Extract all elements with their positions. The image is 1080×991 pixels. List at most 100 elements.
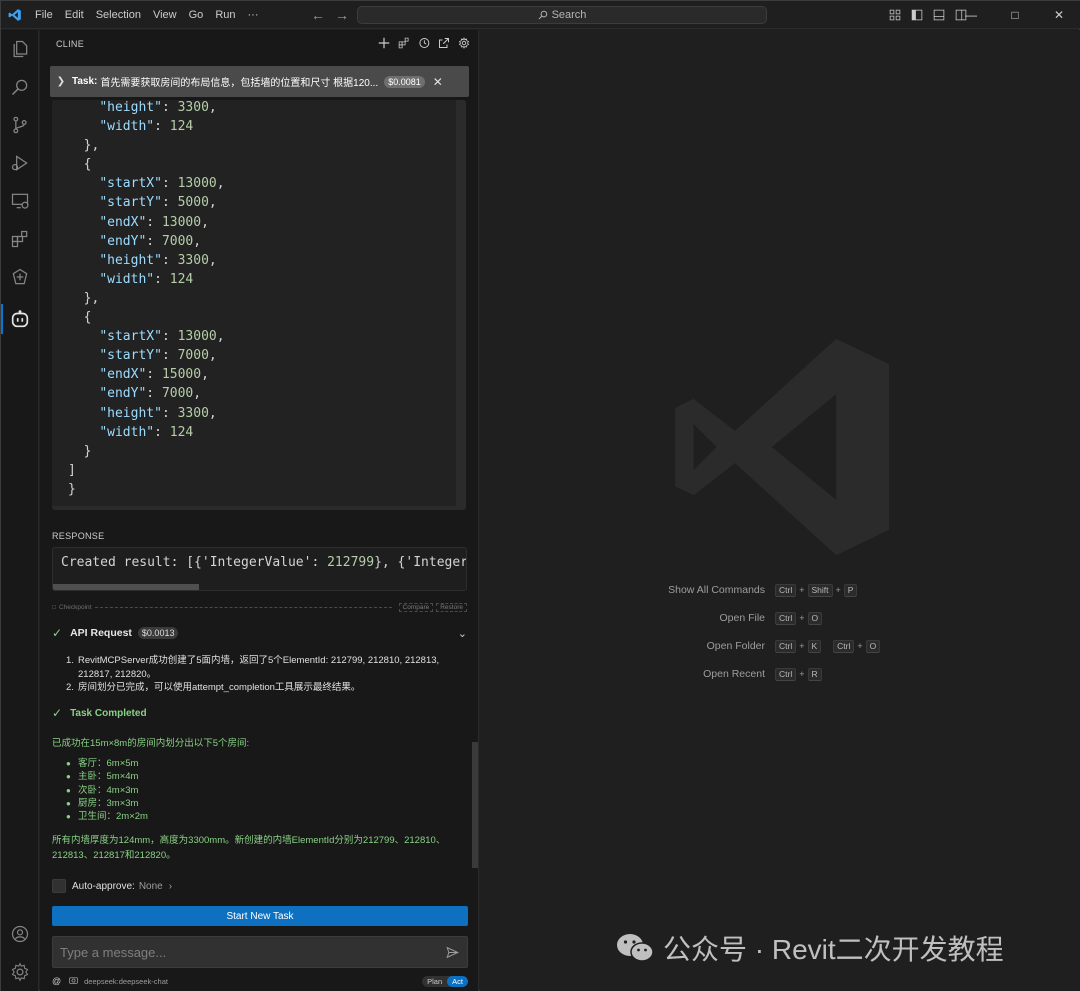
- response-prefix: Created result: [{'IntegerValue':: [61, 555, 328, 570]
- keybinding-key: Ctrl: [775, 639, 797, 653]
- forward-arrow-icon[interactable]: →: [335, 7, 349, 23]
- code-line: "width": 124: [99, 271, 194, 287]
- bookmark-icon: □: [52, 603, 56, 611]
- keybinding-key: P: [843, 583, 858, 597]
- history-icon[interactable]: [416, 35, 431, 50]
- remote-explorer-icon[interactable]: [9, 190, 31, 212]
- menu-edit[interactable]: Edit: [59, 1, 90, 29]
- plan-act-toggle[interactable]: Plan Act: [422, 975, 468, 987]
- shortcut-label[interactable]: Open Recent: [620, 668, 775, 680]
- toggle-panel-icon[interactable]: [931, 7, 947, 23]
- list-item: ● 卫生间：2m×2m: [66, 811, 148, 823]
- back-arrow-icon[interactable]: ←: [311, 7, 325, 23]
- code-block-scrollbar[interactable]: [458, 100, 466, 506]
- auto-approve-row[interactable]: Auto-approve: None ›: [52, 879, 172, 893]
- api-request-row[interactable]: ✓ API Request $0.0013 ⌄: [52, 624, 467, 642]
- menu-file[interactable]: File: [29, 1, 59, 29]
- shortcut-keys: Ctrl + K Ctrl + O: [775, 639, 881, 653]
- mcp-servers-icon[interactable]: [396, 35, 411, 50]
- compare-button[interactable]: Compare: [398, 602, 434, 612]
- code-line: "startX": 13000,: [99, 329, 225, 345]
- source-control-icon[interactable]: [9, 114, 31, 136]
- chevron-right-icon[interactable]: ›: [169, 881, 172, 892]
- extensions-icon[interactable]: [9, 228, 31, 250]
- keybinding-key: O: [807, 611, 823, 625]
- menu-view[interactable]: View: [147, 1, 183, 29]
- customize-layout-icon[interactable]: [887, 7, 903, 23]
- response-scrollbar[interactable]: [53, 584, 199, 590]
- list-item: 1. RevitMCPServer成功创建了5面内墙，返回了5个ElementId…: [66, 655, 440, 680]
- shortcut-row[interactable]: Open File Ctrl + O: [620, 604, 920, 632]
- shortcut-row[interactable]: Show All Commands Ctrl + Shift + P: [620, 576, 920, 604]
- cline-icon[interactable]: [9, 308, 31, 330]
- close-window-icon[interactable]: ✕: [1037, 1, 1080, 29]
- send-icon[interactable]: [446, 946, 459, 964]
- shortcut-keys: Ctrl + O: [775, 611, 823, 625]
- model-selector[interactable]: deepseek:deepseek-chat: [84, 977, 168, 986]
- auto-approve-checkbox[interactable]: [52, 879, 66, 893]
- command-center-search[interactable]: Search: [357, 6, 767, 24]
- api-cost-badge: $0.0013: [137, 627, 179, 639]
- maximize-icon[interactable]: □: [993, 1, 1037, 29]
- window-controls: — □ ✕: [949, 1, 1080, 29]
- shortcut-label[interactable]: Open Folder: [620, 640, 775, 652]
- keybinding-key: Ctrl: [775, 583, 797, 597]
- keybinding-key: Ctrl: [833, 639, 855, 653]
- sidebar-scrollbar[interactable]: [472, 742, 478, 868]
- restore-button[interactable]: Restore: [436, 602, 467, 612]
- list-item: 2. 房间划分已完成，可以使用attempt_completion工具展示最终结果…: [66, 682, 361, 693]
- message-input[interactable]: Type a message...: [52, 936, 468, 968]
- act-mode-button[interactable]: Act: [447, 975, 468, 987]
- code-line: "height": 3300,: [99, 252, 217, 268]
- shortcut-label[interactable]: Open File: [620, 612, 775, 624]
- room-list: ● 客厅：6m×5m ● 主卧：5m×4m ● 次卧：4m×3m ● 厨房：3m×3m …: [66, 757, 148, 823]
- menu-go[interactable]: Go: [183, 1, 210, 29]
- toggle-primary-sidebar-icon[interactable]: [909, 7, 925, 23]
- completed-summary: 所有内墙厚度为124mm，高度为3300mm。新创建的内墙ElementId分别…: [52, 835, 446, 861]
- code-line: },: [68, 138, 100, 154]
- new-task-plus-icon[interactable]: [376, 35, 391, 50]
- explorer-icon[interactable]: [9, 38, 31, 60]
- keybinding-key: K: [807, 639, 822, 653]
- vscode-window: File Edit Selection View Go Run ··· ← → …: [0, 0, 1080, 991]
- keybinding-key: Shift: [807, 583, 833, 597]
- shortcut-row[interactable]: Open Folder Ctrl + K Ctrl + O: [620, 632, 920, 660]
- cline-header-actions: [376, 35, 471, 50]
- task-completed-header: ✓ Task Completed: [52, 706, 147, 720]
- tree-sitter-icon[interactable]: [9, 266, 31, 288]
- auto-approve-value: None: [138, 880, 163, 892]
- task-text: 首先需要获取房间的布局信息，包括墙的位置和尺寸 根据120...: [100, 78, 379, 89]
- code-block-body: "height": 3300, "width": 124 }, { "start…: [52, 100, 456, 506]
- menu-more[interactable]: ···: [242, 1, 265, 29]
- response-number: 212799: [327, 555, 375, 570]
- response-suffix: }, {'Integer: [374, 555, 467, 570]
- menu-run[interactable]: Run: [209, 1, 241, 29]
- settings-gear-icon[interactable]: [456, 35, 471, 50]
- run-debug-icon[interactable]: [9, 152, 31, 174]
- shortcut-row[interactable]: Open Recent Ctrl + R: [620, 660, 920, 688]
- plan-mode-button[interactable]: Plan: [422, 976, 447, 987]
- expand-chevron-icon[interactable]: ❯: [50, 76, 72, 87]
- api-result-list: 1. RevitMCPServer成功创建了5面内墙，返回了5个ElementId…: [66, 654, 466, 695]
- task-completed-label: Task Completed: [70, 707, 147, 719]
- task-header[interactable]: ❯ Task: 首先需要获取房间的布局信息，包括墙的位置和尺寸 根据120...…: [50, 66, 469, 97]
- minimize-icon[interactable]: —: [949, 1, 993, 29]
- start-new-task-button[interactable]: Start New Task: [52, 906, 468, 926]
- search-placeholder: Search: [551, 9, 587, 21]
- camera-icon[interactable]: [69, 976, 78, 986]
- mention-at-icon[interactable]: @: [52, 976, 61, 986]
- shortcut-label[interactable]: Show All Commands: [620, 584, 775, 596]
- popout-icon[interactable]: [436, 35, 451, 50]
- wechat-icon: [617, 934, 654, 962]
- code-line: "height": 3300,: [99, 405, 217, 421]
- code-line: {: [68, 310, 92, 326]
- chevron-down-icon[interactable]: ⌄: [458, 627, 467, 640]
- vscode-watermark-logo: [666, 330, 896, 569]
- manage-gear-icon[interactable]: [9, 961, 31, 983]
- menu-selection[interactable]: Selection: [90, 1, 147, 29]
- search-icon[interactable]: [9, 76, 31, 98]
- code-line: {: [68, 157, 92, 173]
- close-task-icon[interactable]: ✕: [433, 75, 443, 89]
- account-icon[interactable]: [9, 923, 31, 945]
- keybinding-key: R: [807, 667, 822, 681]
